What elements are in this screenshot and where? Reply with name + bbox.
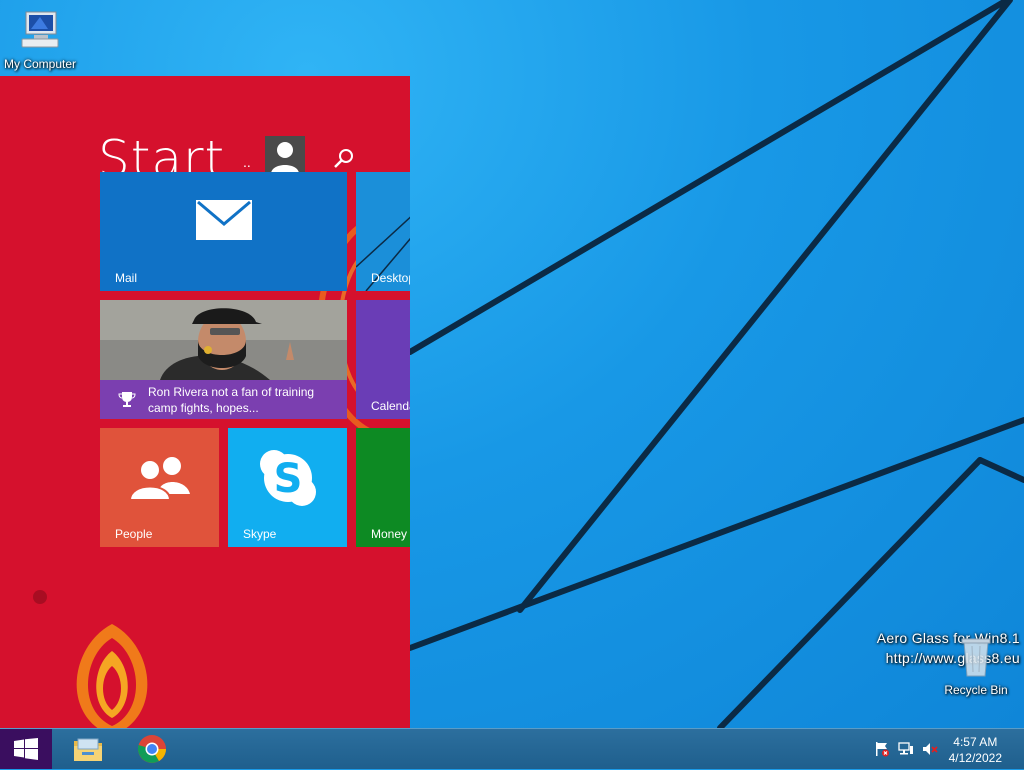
tile-mail-label: Mail bbox=[115, 271, 138, 285]
tile-skype-label: Skype bbox=[243, 527, 277, 541]
windows-logo-icon bbox=[14, 738, 38, 765]
skype-icon: S bbox=[258, 448, 318, 511]
tile-news[interactable]: Ron Rivera not a fan of training camp fi… bbox=[100, 300, 347, 419]
recycle-bin-label: Recycle Bin bbox=[944, 683, 1008, 697]
people-icon bbox=[128, 454, 192, 503]
tile-people-label: People bbox=[115, 527, 153, 541]
clock-date: 4/12/2022 bbox=[948, 751, 1002, 765]
tile-skype[interactable]: S Skype bbox=[228, 428, 347, 547]
news-caption-bar: Ron Rivera not a fan of training camp fi… bbox=[100, 380, 347, 419]
volume-muted-icon[interactable] bbox=[922, 741, 938, 757]
file-explorer-icon[interactable] bbox=[72, 733, 104, 765]
network-icon[interactable] bbox=[898, 741, 914, 757]
user-avatar-icon[interactable] bbox=[265, 136, 305, 176]
start-button[interactable] bbox=[0, 729, 52, 769]
my-computer-label: My Computer bbox=[3, 57, 77, 71]
system-clock[interactable]: 4:57 AM 4/12/2022 bbox=[949, 734, 1002, 766]
tile-people[interactable]: People bbox=[100, 428, 219, 547]
recycle-bin-shortcut[interactable]: Recycle Bin bbox=[936, 634, 1016, 697]
trophy-icon bbox=[118, 390, 136, 411]
recycle-bin-icon bbox=[936, 634, 1016, 681]
tile-money[interactable]: Money bbox=[356, 428, 410, 547]
taskbar: 4:57 AM 4/12/2022 bbox=[0, 728, 1024, 769]
start-menu-panel: Start .. Mail Desktop bbox=[0, 76, 410, 728]
tile-calendar-label: Calenda bbox=[371, 399, 410, 413]
tile-desktop[interactable]: Desktop bbox=[356, 172, 410, 291]
clock-time: 4:57 AM bbox=[953, 735, 998, 749]
mail-envelope-icon bbox=[196, 200, 252, 243]
action-center-flag-icon[interactable] bbox=[874, 741, 890, 757]
computer-icon bbox=[0, 8, 80, 55]
my-computer-shortcut[interactable]: My Computer bbox=[0, 8, 80, 71]
tile-calendar[interactable]: Calenda bbox=[356, 300, 410, 419]
tile-money-label: Money bbox=[371, 527, 408, 541]
search-icon[interactable] bbox=[330, 146, 356, 172]
user-name-truncated[interactable]: .. bbox=[243, 154, 251, 170]
news-photo bbox=[100, 300, 347, 380]
svg-text:S: S bbox=[274, 456, 303, 502]
chrome-icon[interactable] bbox=[136, 733, 168, 765]
news-headline: Ron Rivera not a fan of training camp fi… bbox=[148, 385, 315, 415]
tile-desktop-label: Desktop bbox=[371, 271, 410, 285]
tile-mail[interactable]: Mail bbox=[100, 172, 347, 291]
